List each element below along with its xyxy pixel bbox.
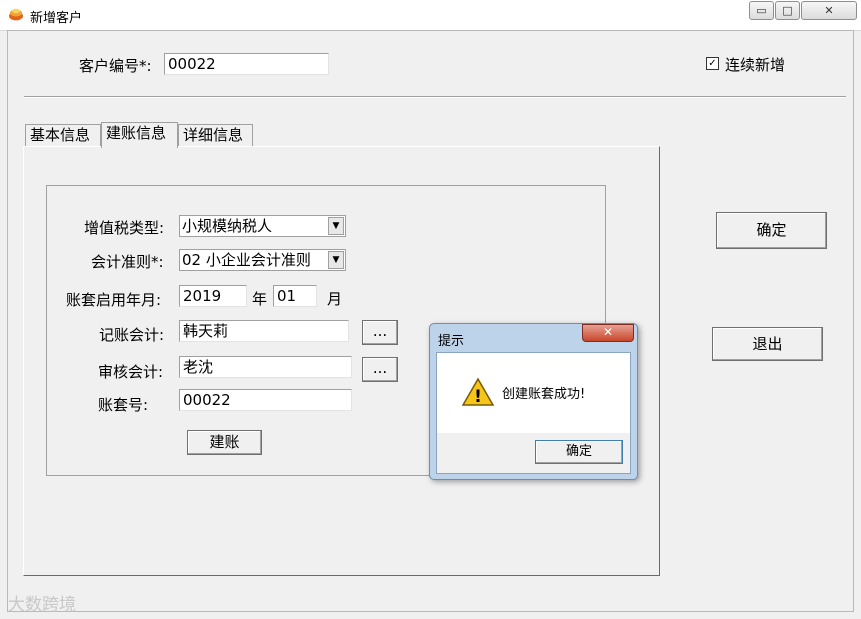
- accounting-standard-value: 02 小企业会计准则: [182, 251, 311, 269]
- check-mark-icon: ✓: [708, 58, 717, 69]
- tab-basic-info[interactable]: 基本信息: [25, 124, 101, 146]
- customer-code-input[interactable]: 00022: [164, 53, 329, 75]
- bookkeeper-browse-button[interactable]: ...: [362, 320, 398, 345]
- dialog-message: 创建账套成功!: [502, 387, 586, 402]
- chevron-down-icon[interactable]: ▼: [328, 251, 344, 269]
- bookkeeper-input[interactable]: 韩天莉: [179, 320, 349, 342]
- vat-type-select[interactable]: 小规模纳税人 ▼: [179, 215, 346, 237]
- accounting-standard-select[interactable]: 02 小企业会计准则 ▼: [179, 249, 346, 271]
- start-month-input[interactable]: 01: [273, 285, 317, 307]
- warning-glyph: !: [474, 387, 482, 407]
- minimize-icon: ▭: [756, 4, 767, 17]
- tab-detail-info[interactable]: 详细信息: [178, 124, 253, 146]
- auditor-browse-button[interactable]: ...: [362, 357, 398, 382]
- vat-type-value: 小规模纳税人: [182, 217, 273, 235]
- warning-icon: !: [461, 377, 495, 407]
- dialog-button-bar: 确定: [437, 433, 630, 473]
- month-unit-label: 月: [327, 290, 343, 308]
- bookkeeper-label: 记账会计:: [99, 326, 165, 344]
- auditor-label: 审核会计:: [98, 363, 164, 381]
- maximize-icon: □: [782, 4, 793, 17]
- customer-code-label: 客户编号*:: [79, 57, 152, 75]
- watermark-text: 大数跨境: [8, 595, 76, 615]
- header-separator: [24, 96, 846, 98]
- account-set-input[interactable]: 00022: [179, 389, 352, 411]
- vat-type-label: 增值税类型:: [84, 219, 165, 237]
- start-date-label: 账套启用年月:: [66, 291, 162, 309]
- tab-account-setup[interactable]: 建账信息: [101, 122, 178, 148]
- dialog-close-button[interactable]: ✕: [582, 324, 634, 342]
- window-title: 新增客户: [30, 11, 83, 26]
- year-unit-label: 年: [252, 290, 268, 308]
- account-set-label: 账套号:: [98, 396, 149, 414]
- continuous-add-label[interactable]: 连续新增: [725, 54, 785, 75]
- app-logo-icon: [9, 8, 23, 21]
- title-bar: 新增客户 ▭ □ ✕: [0, 0, 861, 31]
- minimize-button[interactable]: ▭: [749, 1, 774, 20]
- start-year-input[interactable]: 2019: [179, 285, 247, 307]
- close-icon: ✕: [824, 4, 834, 17]
- continuous-add-checkbox[interactable]: ✓: [706, 57, 719, 70]
- close-button[interactable]: ✕: [801, 1, 857, 20]
- accounting-standard-label: 会计准则*:: [91, 253, 164, 271]
- auditor-input[interactable]: 老沈: [179, 356, 352, 378]
- create-account-button[interactable]: 建账: [187, 430, 262, 455]
- confirm-button[interactable]: 确定: [716, 212, 827, 249]
- chevron-down-icon[interactable]: ▼: [328, 217, 344, 235]
- dialog-body: ! 创建账套成功! 确定: [436, 352, 631, 474]
- dialog-ok-button[interactable]: 确定: [535, 440, 623, 464]
- maximize-button[interactable]: □: [775, 1, 800, 20]
- message-dialog: 提示 ✕ ! 创建账套成功! 确定: [429, 323, 638, 480]
- close-icon: ✕: [602, 325, 614, 339]
- dialog-title: 提示: [438, 334, 465, 349]
- exit-button[interactable]: 退出: [712, 327, 823, 361]
